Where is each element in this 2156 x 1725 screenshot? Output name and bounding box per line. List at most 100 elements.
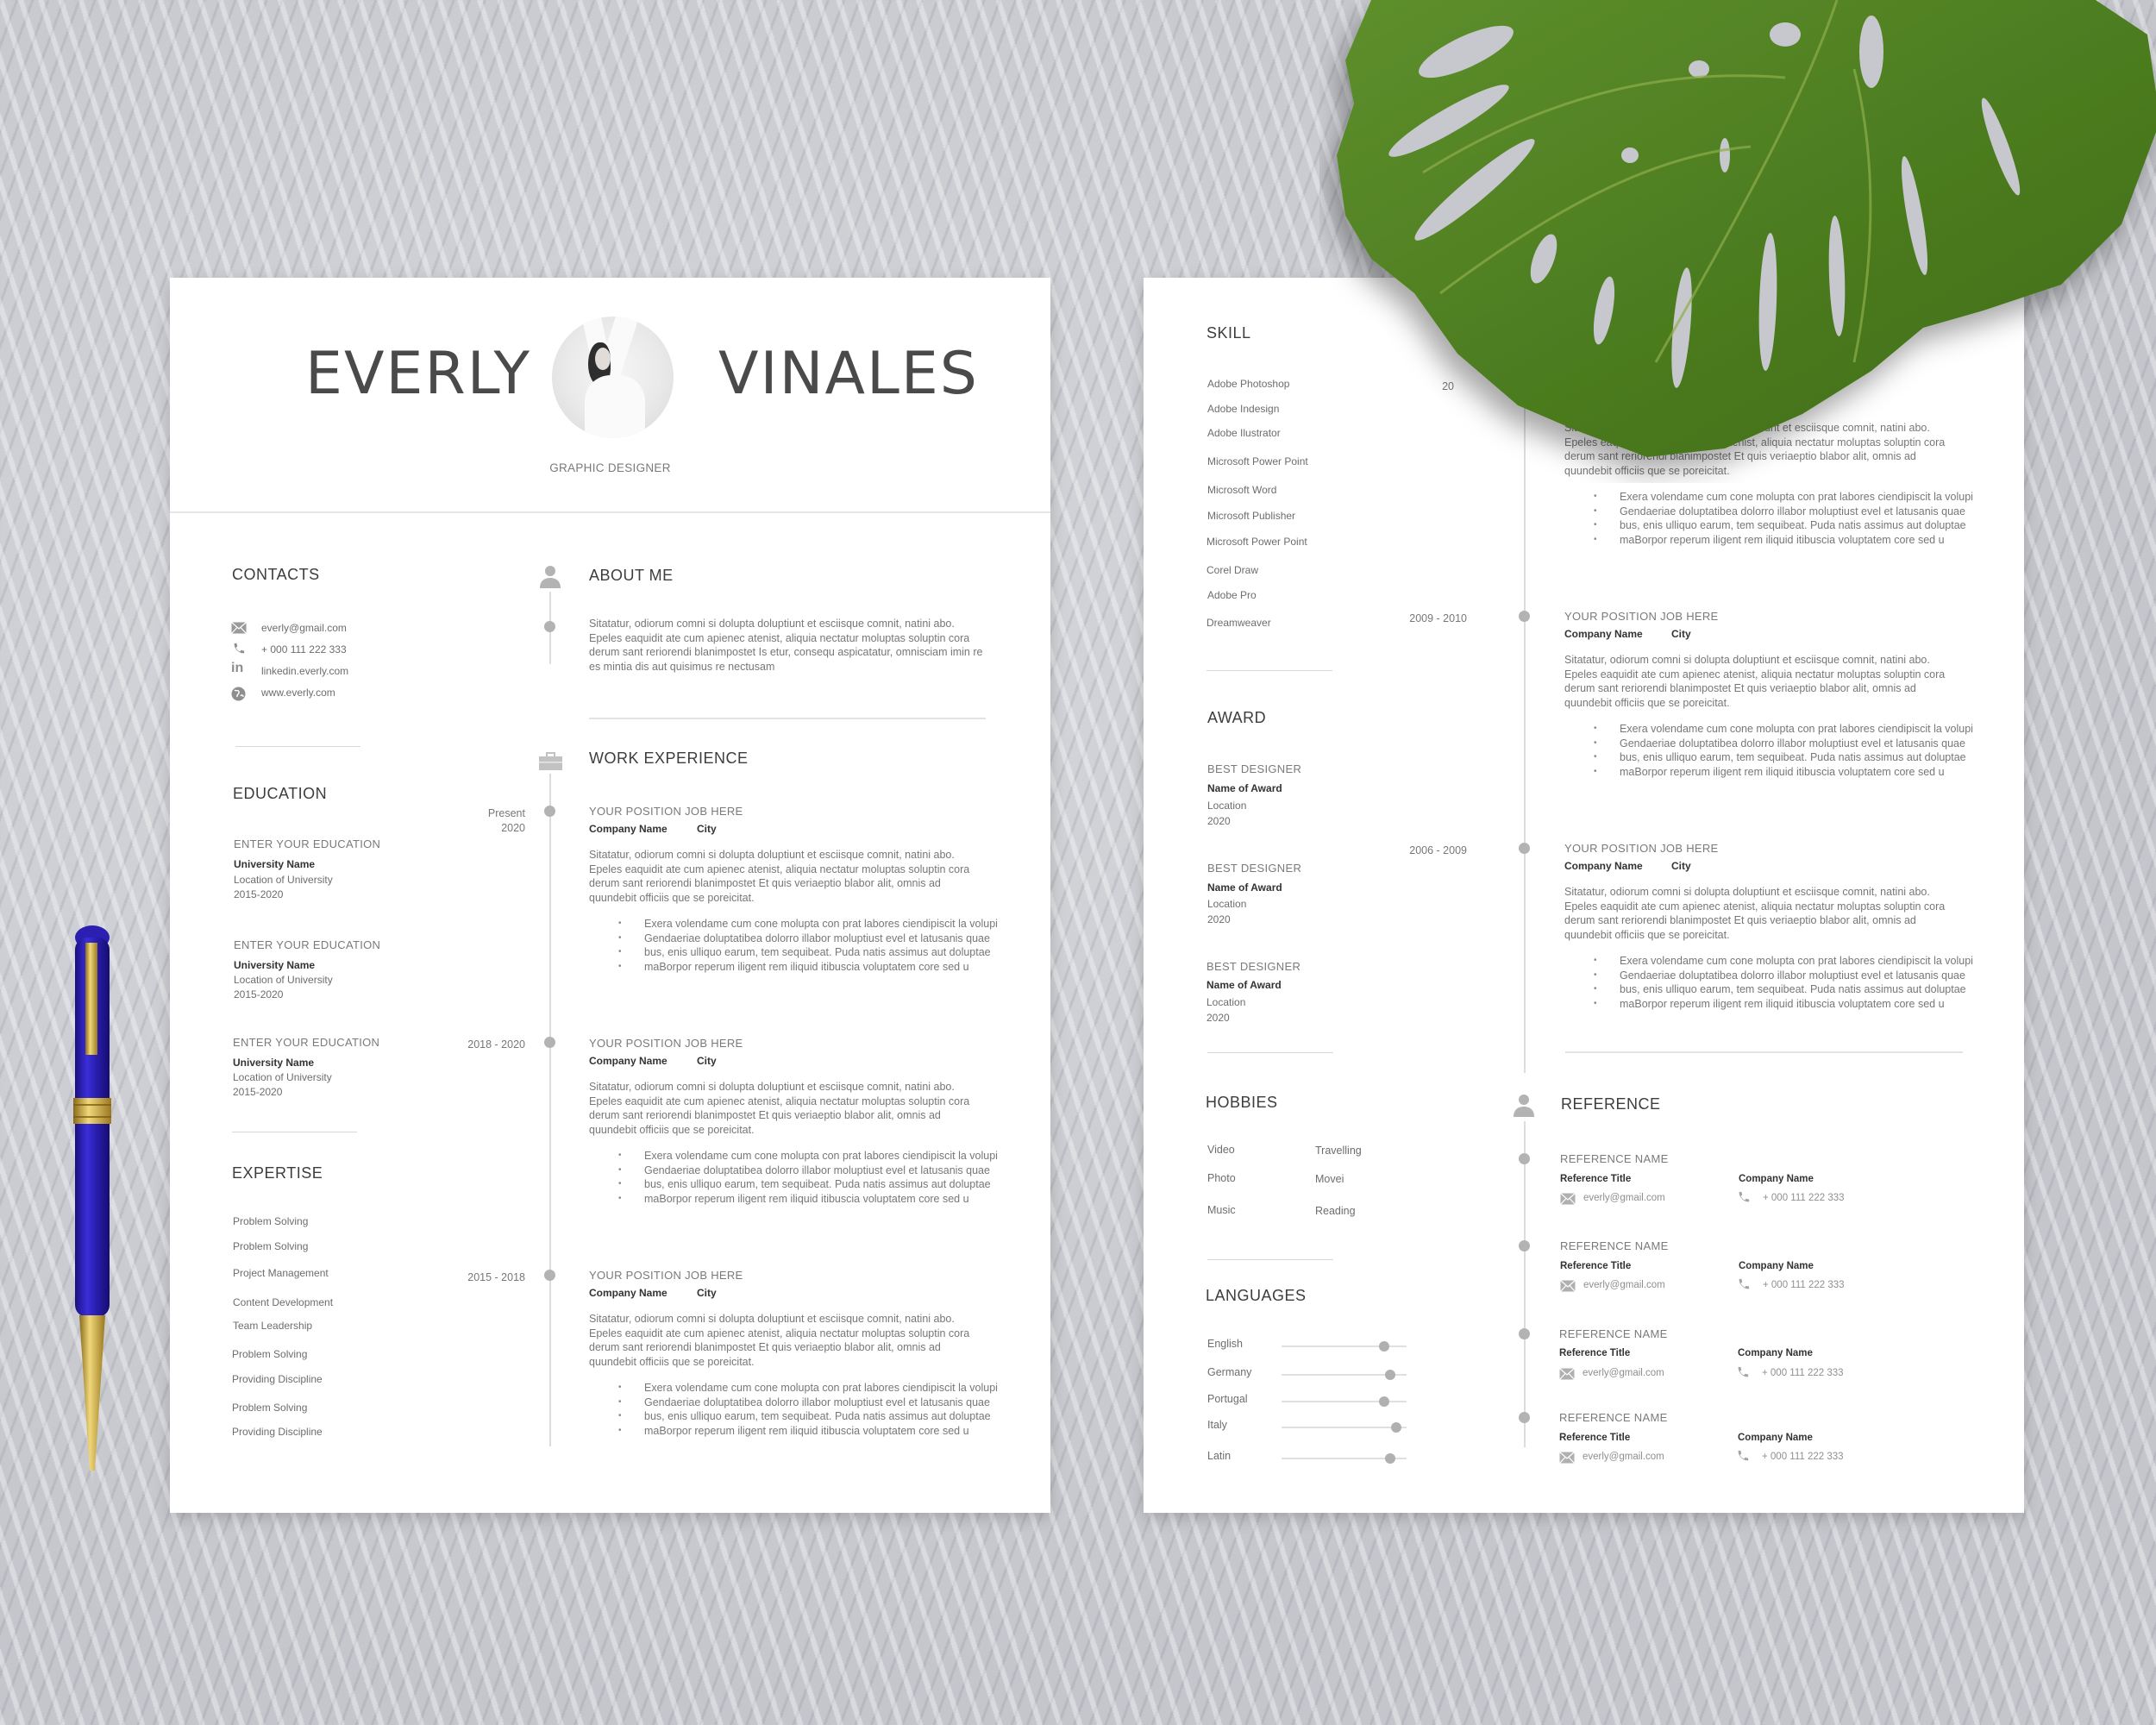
skill-item: Microsoft Power Point bbox=[1206, 536, 1307, 548]
divider bbox=[1206, 670, 1332, 671]
education-heading-text: ENTER YOUR EDUCATION bbox=[233, 1036, 380, 1049]
job-bullets: Exera volendame cum cone molupta con pra… bbox=[618, 917, 998, 974]
profile-photo bbox=[552, 317, 674, 438]
contact-email[interactable]: everly@gmail.com bbox=[261, 622, 347, 634]
reference-title: Reference Title bbox=[1560, 1174, 1632, 1184]
job-bullets: Exera volendame cum cone molupta con pra… bbox=[1594, 954, 1973, 1012]
language-level-knob[interactable] bbox=[1378, 1341, 1389, 1352]
contact-linkedin[interactable]: linkedin.everly.com bbox=[261, 665, 348, 677]
award-name: Name of Award bbox=[1207, 881, 1282, 894]
reference-email[interactable]: everly@gmail.com bbox=[1583, 1193, 1665, 1203]
job-bullet: Gendaeriae doluptatibea dolorro illabor … bbox=[1594, 969, 1965, 983]
language-level-knob[interactable] bbox=[1385, 1453, 1396, 1464]
language-level-slider[interactable] bbox=[1282, 1341, 1407, 1352]
reference-email[interactable]: everly@gmail.com bbox=[1583, 1452, 1664, 1462]
pen-decoration bbox=[73, 925, 111, 1486]
job-bullet: Gendaeriae doluptatibea dolorro illabor … bbox=[1594, 505, 1965, 519]
education-years: 2015-2020 bbox=[233, 1086, 283, 1098]
education-location: Location of University bbox=[234, 974, 333, 986]
job-date: 2006 - 2009 bbox=[1409, 844, 1467, 856]
phone-icon bbox=[1738, 1366, 1749, 1377]
contacts-heading: CONTACTS bbox=[232, 566, 320, 583]
contact-phone[interactable]: + 000 111 222 333 bbox=[261, 643, 347, 656]
job-company: Company Name bbox=[1564, 860, 1643, 872]
timeline-dot bbox=[544, 1037, 555, 1048]
award-title: BEST DESIGNER bbox=[1207, 862, 1302, 875]
job-title: GRAPHIC DESIGNER bbox=[549, 461, 671, 474]
job-bullet: bus, enis ulliquo earum, tem sequibeat. … bbox=[1594, 750, 1966, 765]
timeline-dot bbox=[1519, 1412, 1530, 1423]
education-location: Location of University bbox=[234, 874, 333, 886]
job-bullets: Exera volendame cum cone molupta con pra… bbox=[1594, 722, 1973, 780]
timeline-dot bbox=[1519, 1328, 1530, 1339]
globe-icon bbox=[231, 687, 246, 701]
job-city: City bbox=[697, 823, 717, 835]
job-description: Sitatatur, odiorum comni si dolupta dolu… bbox=[589, 849, 970, 904]
language-level-slider[interactable] bbox=[1282, 1370, 1407, 1380]
language-level-slider[interactable] bbox=[1282, 1453, 1407, 1464]
reference-phone[interactable]: + 000 111 222 333 bbox=[1762, 1452, 1844, 1462]
job-date: Present 2020 bbox=[487, 807, 525, 834]
skill-item: Microsoft Power Point bbox=[1207, 455, 1308, 467]
hobby-item: Travelling bbox=[1315, 1145, 1362, 1157]
skill-item: Corel Draw bbox=[1206, 564, 1259, 576]
job-bullets: Exera volendame cum cone molupta con pra… bbox=[618, 1381, 998, 1439]
job-date: 2018 - 2020 bbox=[467, 1038, 525, 1051]
expertise-item: Problem Solving bbox=[233, 1215, 309, 1227]
resume-page-2: SKILL Adobe Photoshop Adobe Indesign Ado… bbox=[1144, 278, 2024, 1513]
hobby-item: Photo bbox=[1207, 1172, 1236, 1184]
language-level-slider[interactable] bbox=[1282, 1396, 1407, 1407]
award-title: BEST DESIGNER bbox=[1207, 762, 1302, 775]
award-location: Location bbox=[1207, 800, 1247, 812]
languages-heading: LANGUAGES bbox=[1206, 1287, 1307, 1304]
reference-email[interactable]: everly@gmail.com bbox=[1583, 1280, 1665, 1290]
job-description: Sitatatur, odiorum comni si dolupta dolu… bbox=[1564, 422, 1946, 477]
job-bullet: maBorpor reperum iligent rem iliquid iti… bbox=[1594, 765, 1956, 780]
reference-title: Reference Title bbox=[1560, 1261, 1632, 1271]
email-icon bbox=[1559, 1452, 1575, 1464]
reference-name: REFERENCE NAME bbox=[1560, 1152, 1669, 1165]
job-city: City bbox=[1671, 860, 1691, 872]
job-description: Sitatatur, odiorum comni si dolupta dolu… bbox=[589, 1313, 970, 1368]
resume-page-1: EVERLY VINALES GRAPHIC DESIGNER CONTACTS… bbox=[170, 278, 1050, 1513]
expertise-item: Project Management bbox=[233, 1267, 329, 1279]
timeline-dot bbox=[544, 1270, 555, 1281]
header-divider bbox=[170, 511, 1050, 513]
email-icon bbox=[1560, 1280, 1576, 1292]
person-icon bbox=[1514, 1095, 1534, 1117]
reference-phone[interactable]: + 000 111 222 333 bbox=[1763, 1193, 1845, 1203]
language-name: Latin bbox=[1207, 1450, 1232, 1462]
reference-email[interactable]: everly@gmail.com bbox=[1583, 1368, 1664, 1378]
reference-company: Company Name bbox=[1738, 1433, 1813, 1443]
job-company: Company Name bbox=[589, 1055, 667, 1067]
language-level-knob[interactable] bbox=[1391, 1422, 1402, 1433]
timeline-dot bbox=[1519, 1240, 1530, 1251]
reference-phone[interactable]: + 000 111 222 333 bbox=[1762, 1368, 1844, 1378]
timeline-line bbox=[549, 774, 551, 1446]
expertise-item: Problem Solving bbox=[232, 1402, 308, 1414]
timeline-line bbox=[1524, 329, 1526, 1073]
contact-website[interactable]: www.everly.com bbox=[261, 687, 335, 699]
job-bullet: bus, enis ulliquo earum, tem sequibeat. … bbox=[1594, 982, 1966, 997]
job-bullet: maBorpor reperum iligent rem iliquid iti… bbox=[1594, 997, 1956, 1012]
reference-company: Company Name bbox=[1739, 1174, 1814, 1184]
job-position: YOUR POSITION JOB HERE bbox=[589, 1037, 743, 1050]
job-bullet: bus, enis ulliquo earum, tem sequibeat. … bbox=[618, 1409, 991, 1424]
reference-title: Reference Title bbox=[1559, 1348, 1631, 1358]
reference-phone[interactable]: + 000 111 222 333 bbox=[1763, 1280, 1845, 1290]
job-bullet: Exera volendame cum cone molupta con pra… bbox=[618, 1381, 998, 1396]
job-city: City bbox=[697, 1055, 717, 1067]
language-level-knob[interactable] bbox=[1378, 1396, 1389, 1407]
job-bullet: bus, enis ulliquo earum, tem sequibeat. … bbox=[618, 945, 991, 960]
job-company: Company Name bbox=[589, 1287, 667, 1299]
job-description: Sitatatur, odiorum comni si dolupta dolu… bbox=[1564, 886, 1946, 941]
award-year: 2020 bbox=[1207, 815, 1231, 827]
language-level-slider[interactable] bbox=[1282, 1422, 1407, 1433]
divider bbox=[1207, 1259, 1333, 1260]
job-bullet: maBorpor reperum iligent rem iliquid iti… bbox=[618, 1424, 981, 1439]
hobby-item: Music bbox=[1207, 1204, 1236, 1216]
job-position: YOUR POSITION JOB HERE bbox=[1564, 842, 1719, 855]
language-level-knob[interactable] bbox=[1385, 1370, 1396, 1380]
job-date: 2015 - 2018 bbox=[467, 1271, 525, 1283]
first-name: EVERLY bbox=[305, 340, 532, 408]
